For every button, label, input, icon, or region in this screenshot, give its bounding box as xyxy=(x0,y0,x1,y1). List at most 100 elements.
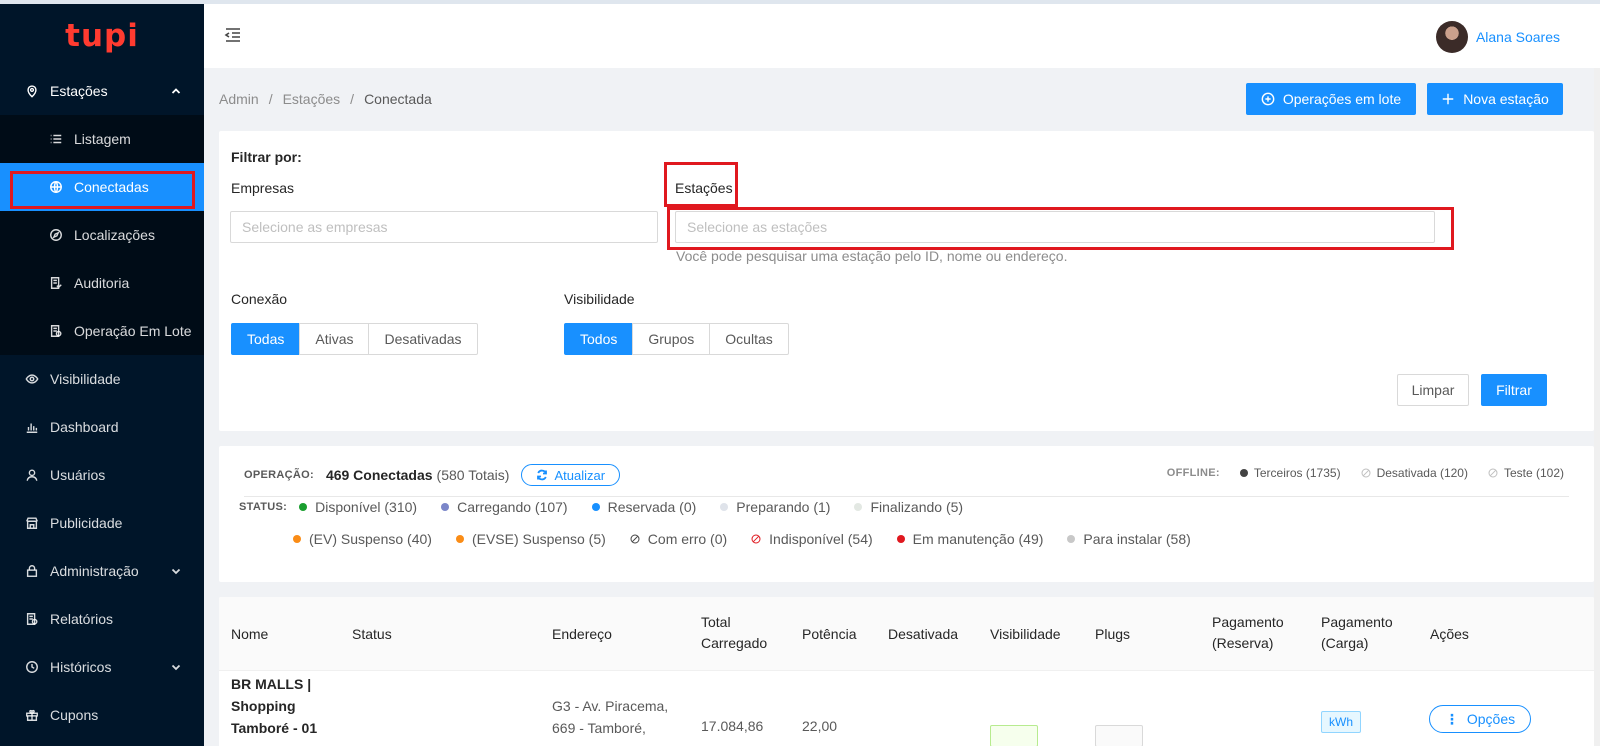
clear-button[interactable]: Limpar xyxy=(1397,374,1469,406)
status-text: Finalizando (5) xyxy=(870,499,964,515)
breadcrumb-current: Conectada xyxy=(364,91,432,107)
connection-segmented: Todas Ativas Desativadas xyxy=(231,323,478,355)
sidebar-item-visibilidade[interactable]: Visibilidade xyxy=(0,355,204,403)
col-pay-charge-line2: (Carga) xyxy=(1321,635,1369,651)
col-pagamento-carga[interactable]: Pagamento (Carga) xyxy=(1321,612,1393,654)
col-potencia[interactable]: Potência xyxy=(802,612,856,656)
sidebar-item-administracao[interactable]: Administração xyxy=(0,547,204,595)
operation-summary: OPERAÇÃO: 469 Conectadas (580 Totais) At… xyxy=(244,464,621,486)
chevron-up-icon xyxy=(170,84,182,96)
status-com-erro: Com erro (0) xyxy=(630,531,727,547)
companies-select[interactable]: Selecione as empresas xyxy=(230,211,658,243)
connection-option-todas[interactable]: Todas xyxy=(231,323,301,355)
batch-operations-button[interactable]: Operações em lote xyxy=(1246,83,1416,115)
status-reservada: Reservada (0) xyxy=(591,499,696,515)
col-visibilidade[interactable]: Visibilidade xyxy=(990,612,1061,656)
connected-count: 469 Conectadas xyxy=(325,467,433,483)
col-total-carregado[interactable]: Total Carregado xyxy=(701,612,767,654)
visibility-label: Visibilidade xyxy=(564,291,635,307)
sidebar-item-label: Auditoria xyxy=(74,275,130,291)
options-label: Opções xyxy=(1466,711,1516,727)
report-icon xyxy=(24,611,40,627)
sidebar-item-cupons[interactable]: Cupons xyxy=(0,691,204,739)
status-em-manutencao: Em manutenção (49) xyxy=(896,531,1043,547)
page-scrollbar[interactable] xyxy=(1594,68,1600,746)
col-pay-res-line2: (Reserva) xyxy=(1212,635,1274,651)
status-disponivel: Disponível (310) xyxy=(299,499,417,515)
connection-label: Conexão xyxy=(231,291,288,307)
breadcrumb: Admin / Estações / Conectada xyxy=(219,91,432,107)
stations-table: Nome Status Endereço Total Carregado Potê… xyxy=(219,597,1594,746)
tupi-logo[interactable]: tupi xyxy=(0,4,204,67)
sidebar-item-listagem[interactable]: Listagem xyxy=(0,115,204,163)
ban-icon xyxy=(1488,468,1498,478)
status-dot-icon xyxy=(1067,535,1076,543)
visibility-option-ocultas[interactable]: Ocultas xyxy=(709,323,789,355)
filter-button[interactable]: Filtrar xyxy=(1481,374,1547,406)
col-total-line2: Carregado xyxy=(701,635,768,651)
status-label: STATUS: xyxy=(239,501,288,513)
lock-icon xyxy=(24,563,40,579)
sidebar-item-usuarios[interactable]: Usuários xyxy=(0,451,204,499)
sidebar-item-publicidade[interactable]: Publicidade xyxy=(0,499,204,547)
sidebar-item-label: Relatórios xyxy=(50,611,114,627)
row-station-name[interactable]: BR MALLS | Shopping Tamboré - 01 xyxy=(231,673,317,739)
new-station-label: Nova estação xyxy=(1463,91,1549,107)
sidebar-item-dashboard[interactable]: Dashboard xyxy=(0,403,204,451)
user-name: Alana Soares xyxy=(1475,29,1560,45)
col-desativada[interactable]: Desativada xyxy=(888,612,958,656)
status-preparando: Preparando (1) xyxy=(720,499,830,515)
menu-fold-icon[interactable] xyxy=(224,26,244,46)
sidebar-item-label: Listagem xyxy=(74,131,131,147)
stations-select[interactable]: Selecione as estações xyxy=(675,211,1435,243)
connection-option-ativas[interactable]: Ativas xyxy=(299,323,370,355)
row-options-button[interactable]: ⋮ Opções xyxy=(1429,705,1531,733)
connection-option-desativadas[interactable]: Desativadas xyxy=(368,323,478,355)
compass-icon xyxy=(48,227,64,243)
user-menu[interactable]: Alana Soares xyxy=(1435,21,1560,53)
visibility-option-todos[interactable]: Todos xyxy=(564,323,634,355)
breadcrumb-estacoes[interactable]: Estações xyxy=(283,91,341,107)
sidebar-item-label: Administração xyxy=(50,563,139,579)
sidebar-item-estacoes[interactable]: Estações xyxy=(0,67,204,115)
status-text: Com erro (0) xyxy=(647,531,728,547)
visibility-option-grupos[interactable]: Grupos xyxy=(632,323,711,355)
refresh-label: Atualizar xyxy=(554,467,606,483)
sidebar-item-label: Dashboard xyxy=(50,419,119,435)
status-text: (EVSE) Suspenso (5) xyxy=(471,531,606,547)
status-dot-icon xyxy=(896,535,905,543)
col-pay-res-line1: Pagamento xyxy=(1212,614,1284,630)
eye-icon xyxy=(24,371,40,387)
batch-doc-icon xyxy=(48,323,64,339)
col-pay-charge-line1: Pagamento xyxy=(1321,614,1393,630)
sidebar-item-historicos[interactable]: Históricos xyxy=(0,643,204,691)
operation-status-card: OPERAÇÃO: 469 Conectadas (580 Totais) At… xyxy=(219,446,1594,582)
sidebar-item-auditoria[interactable]: Auditoria xyxy=(0,259,204,307)
col-status[interactable]: Status xyxy=(352,612,392,656)
chevron-down-icon xyxy=(170,660,182,672)
sidebar-item-relatorios[interactable]: Relatórios xyxy=(0,595,204,643)
col-pagamento-reserva[interactable]: Pagamento (Reserva) xyxy=(1212,612,1284,654)
offline-teste-text: Teste (102) xyxy=(1503,466,1564,480)
status-row-1: STATUS: Disponível (310) Carregando (107… xyxy=(239,498,987,516)
filter-title: Filtrar por: xyxy=(231,149,302,165)
breadcrumb-admin[interactable]: Admin xyxy=(219,91,259,107)
col-endereco[interactable]: Endereço xyxy=(552,612,612,656)
total-count: (580 Totais) xyxy=(436,467,510,483)
plus-circle-icon xyxy=(1261,92,1275,106)
sidebar-item-localizacoes[interactable]: Localizações xyxy=(0,211,204,259)
col-nome[interactable]: Nome xyxy=(231,612,268,656)
offline-label: OFFLINE: xyxy=(1166,467,1220,479)
sidebar-item-operacao-em-lote[interactable]: Operação Em Lote xyxy=(0,307,204,355)
col-total-line1: Total xyxy=(701,614,731,630)
refresh-button[interactable]: Atualizar xyxy=(521,464,621,486)
sync-icon xyxy=(537,469,548,481)
stations-hint: Você pode pesquisar uma estação pelo ID,… xyxy=(676,248,1068,264)
row-address-line1: G3 - Av. Piracema, xyxy=(552,698,669,714)
new-station-button[interactable]: Nova estação xyxy=(1427,83,1563,115)
sidebar-item-conectadas[interactable]: Conectadas xyxy=(0,163,204,211)
error-ban-icon xyxy=(630,534,640,544)
shop-icon xyxy=(24,515,40,531)
col-acoes: Ações xyxy=(1430,626,1469,642)
col-plugs[interactable]: Plugs xyxy=(1095,612,1130,656)
